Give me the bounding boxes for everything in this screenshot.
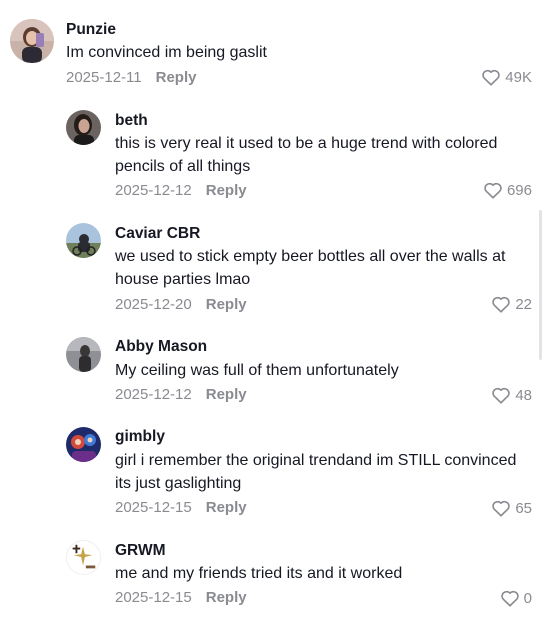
comment-date: 2025-12-15 [115,589,192,606]
like-button[interactable]: 65 [491,497,532,519]
comment-text: we used to stick empty beer bottles all … [115,248,506,288]
comment-text: this is very real it used to be a huge t… [115,135,498,175]
comment-username[interactable]: gimbly [115,428,165,446]
heart-outline-icon [481,68,501,86]
heart-outline-icon [491,295,511,313]
avatar[interactable] [66,337,101,372]
comment-date: 2025-12-11 [66,69,142,86]
comment-username[interactable]: Punzie [66,21,116,39]
comment-meta: 2025-12-12 Reply [115,386,247,403]
comment-username[interactable]: Abby Mason [115,338,207,356]
comment-meta: 2025-12-12 Reply [115,182,247,199]
like-count: 48 [515,386,532,404]
reply-button[interactable]: Reply [206,182,247,199]
reply-button[interactable]: Reply [206,386,247,403]
heart-outline-icon [491,386,511,404]
comment-meta: 2025-12-15 Reply [115,499,247,516]
avatar[interactable] [66,110,101,145]
comment-text: girl i remember the original trendand im… [115,452,517,492]
comment-date: 2025-12-20 [115,296,192,313]
heart-outline-icon [491,499,511,517]
like-count: 0 [523,589,532,607]
comment-date: 2025-12-12 [115,182,192,199]
like-button[interactable]: 0 [500,587,532,609]
comment-date: 2025-12-15 [115,499,192,516]
comment-meta: 2025-12-11 Reply [66,69,196,86]
avatar[interactable] [66,427,101,462]
comment-username[interactable]: beth [115,112,148,130]
reply-button[interactable]: Reply [206,499,247,516]
like-button[interactable]: 696 [483,179,532,201]
avatar[interactable] [10,19,54,63]
like-button[interactable]: 49K [481,66,532,88]
comment-date: 2025-12-12 [115,386,192,403]
reply-button[interactable]: Reply [206,589,247,606]
comment-text: My ceiling was full of them unfortunatel… [115,362,399,379]
comment-username[interactable]: Caviar CBR [115,225,200,243]
heart-outline-icon [483,181,503,199]
like-count: 49K [505,68,532,86]
comment-meta: 2025-12-15 Reply [115,589,247,606]
like-count: 65 [515,499,532,517]
like-count: 696 [506,181,532,199]
comment-meta: 2025-12-20 Reply [115,296,247,313]
avatar[interactable] [66,540,101,575]
like-count: 22 [515,295,532,313]
comment-text: me and my friends tried its and it worke… [115,565,403,582]
comment-username[interactable]: GRWM [115,542,166,560]
reply-button[interactable]: Reply [156,69,197,86]
heart-outline-icon [500,589,520,607]
avatar[interactable] [66,223,101,258]
reply-button[interactable]: Reply [206,296,247,313]
like-button[interactable]: 22 [491,293,532,315]
like-button[interactable]: 48 [491,384,532,406]
comment-text: Im convinced im being gaslit [66,44,267,61]
